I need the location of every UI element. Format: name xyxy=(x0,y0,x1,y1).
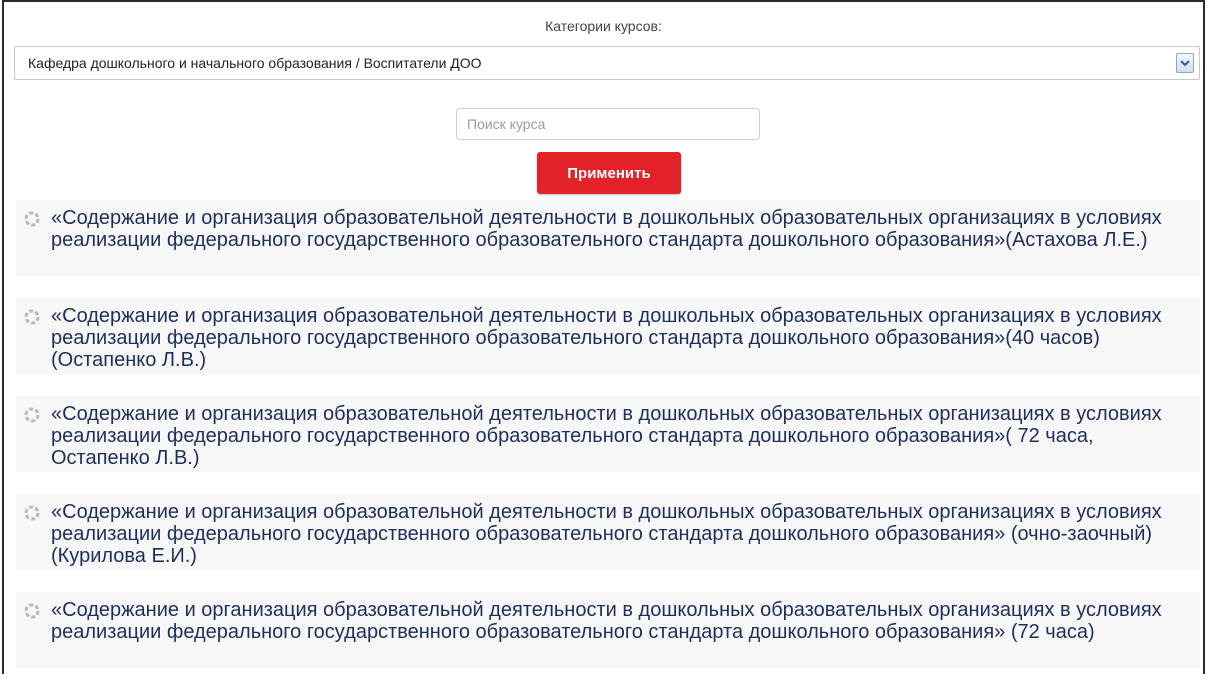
course-catalog-frame: Категории курсов: Кафедра дошкольного и … xyxy=(2,0,1205,674)
course-link[interactable]: «Содержание и организация образовательно… xyxy=(51,403,1170,469)
course-link[interactable]: «Содержание и организация образовательно… xyxy=(51,305,1170,371)
course-icon xyxy=(24,603,40,619)
category-select-value: Кафедра дошкольного и начального образов… xyxy=(28,55,482,71)
course-list-item: «Содержание и организация образовательно… xyxy=(16,200,1200,276)
category-label: Категории курсов: xyxy=(545,18,662,34)
course-icon xyxy=(24,309,40,325)
course-list-item: «Содержание и организация образовательно… xyxy=(16,494,1200,570)
apply-button[interactable]: Применить xyxy=(537,152,681,194)
course-list: «Содержание и организация образовательно… xyxy=(16,200,1200,690)
course-list-item: «Содержание и организация образовательно… xyxy=(16,592,1200,668)
course-icon xyxy=(24,505,40,521)
course-icon xyxy=(24,211,40,227)
chevron-down-icon[interactable] xyxy=(1176,53,1194,73)
course-icon xyxy=(24,407,40,423)
category-select[interactable]: Кафедра дошкольного и начального образов… xyxy=(14,46,1200,80)
course-link[interactable]: «Содержание и организация образовательно… xyxy=(51,207,1170,251)
course-link[interactable]: «Содержание и организация образовательно… xyxy=(51,599,1170,643)
course-list-item: «Содержание и организация образовательно… xyxy=(16,396,1200,472)
course-list-item: «Содержание и организация образовательно… xyxy=(16,298,1200,374)
course-search-input[interactable] xyxy=(456,108,760,140)
course-link[interactable]: «Содержание и организация образовательно… xyxy=(51,501,1170,567)
